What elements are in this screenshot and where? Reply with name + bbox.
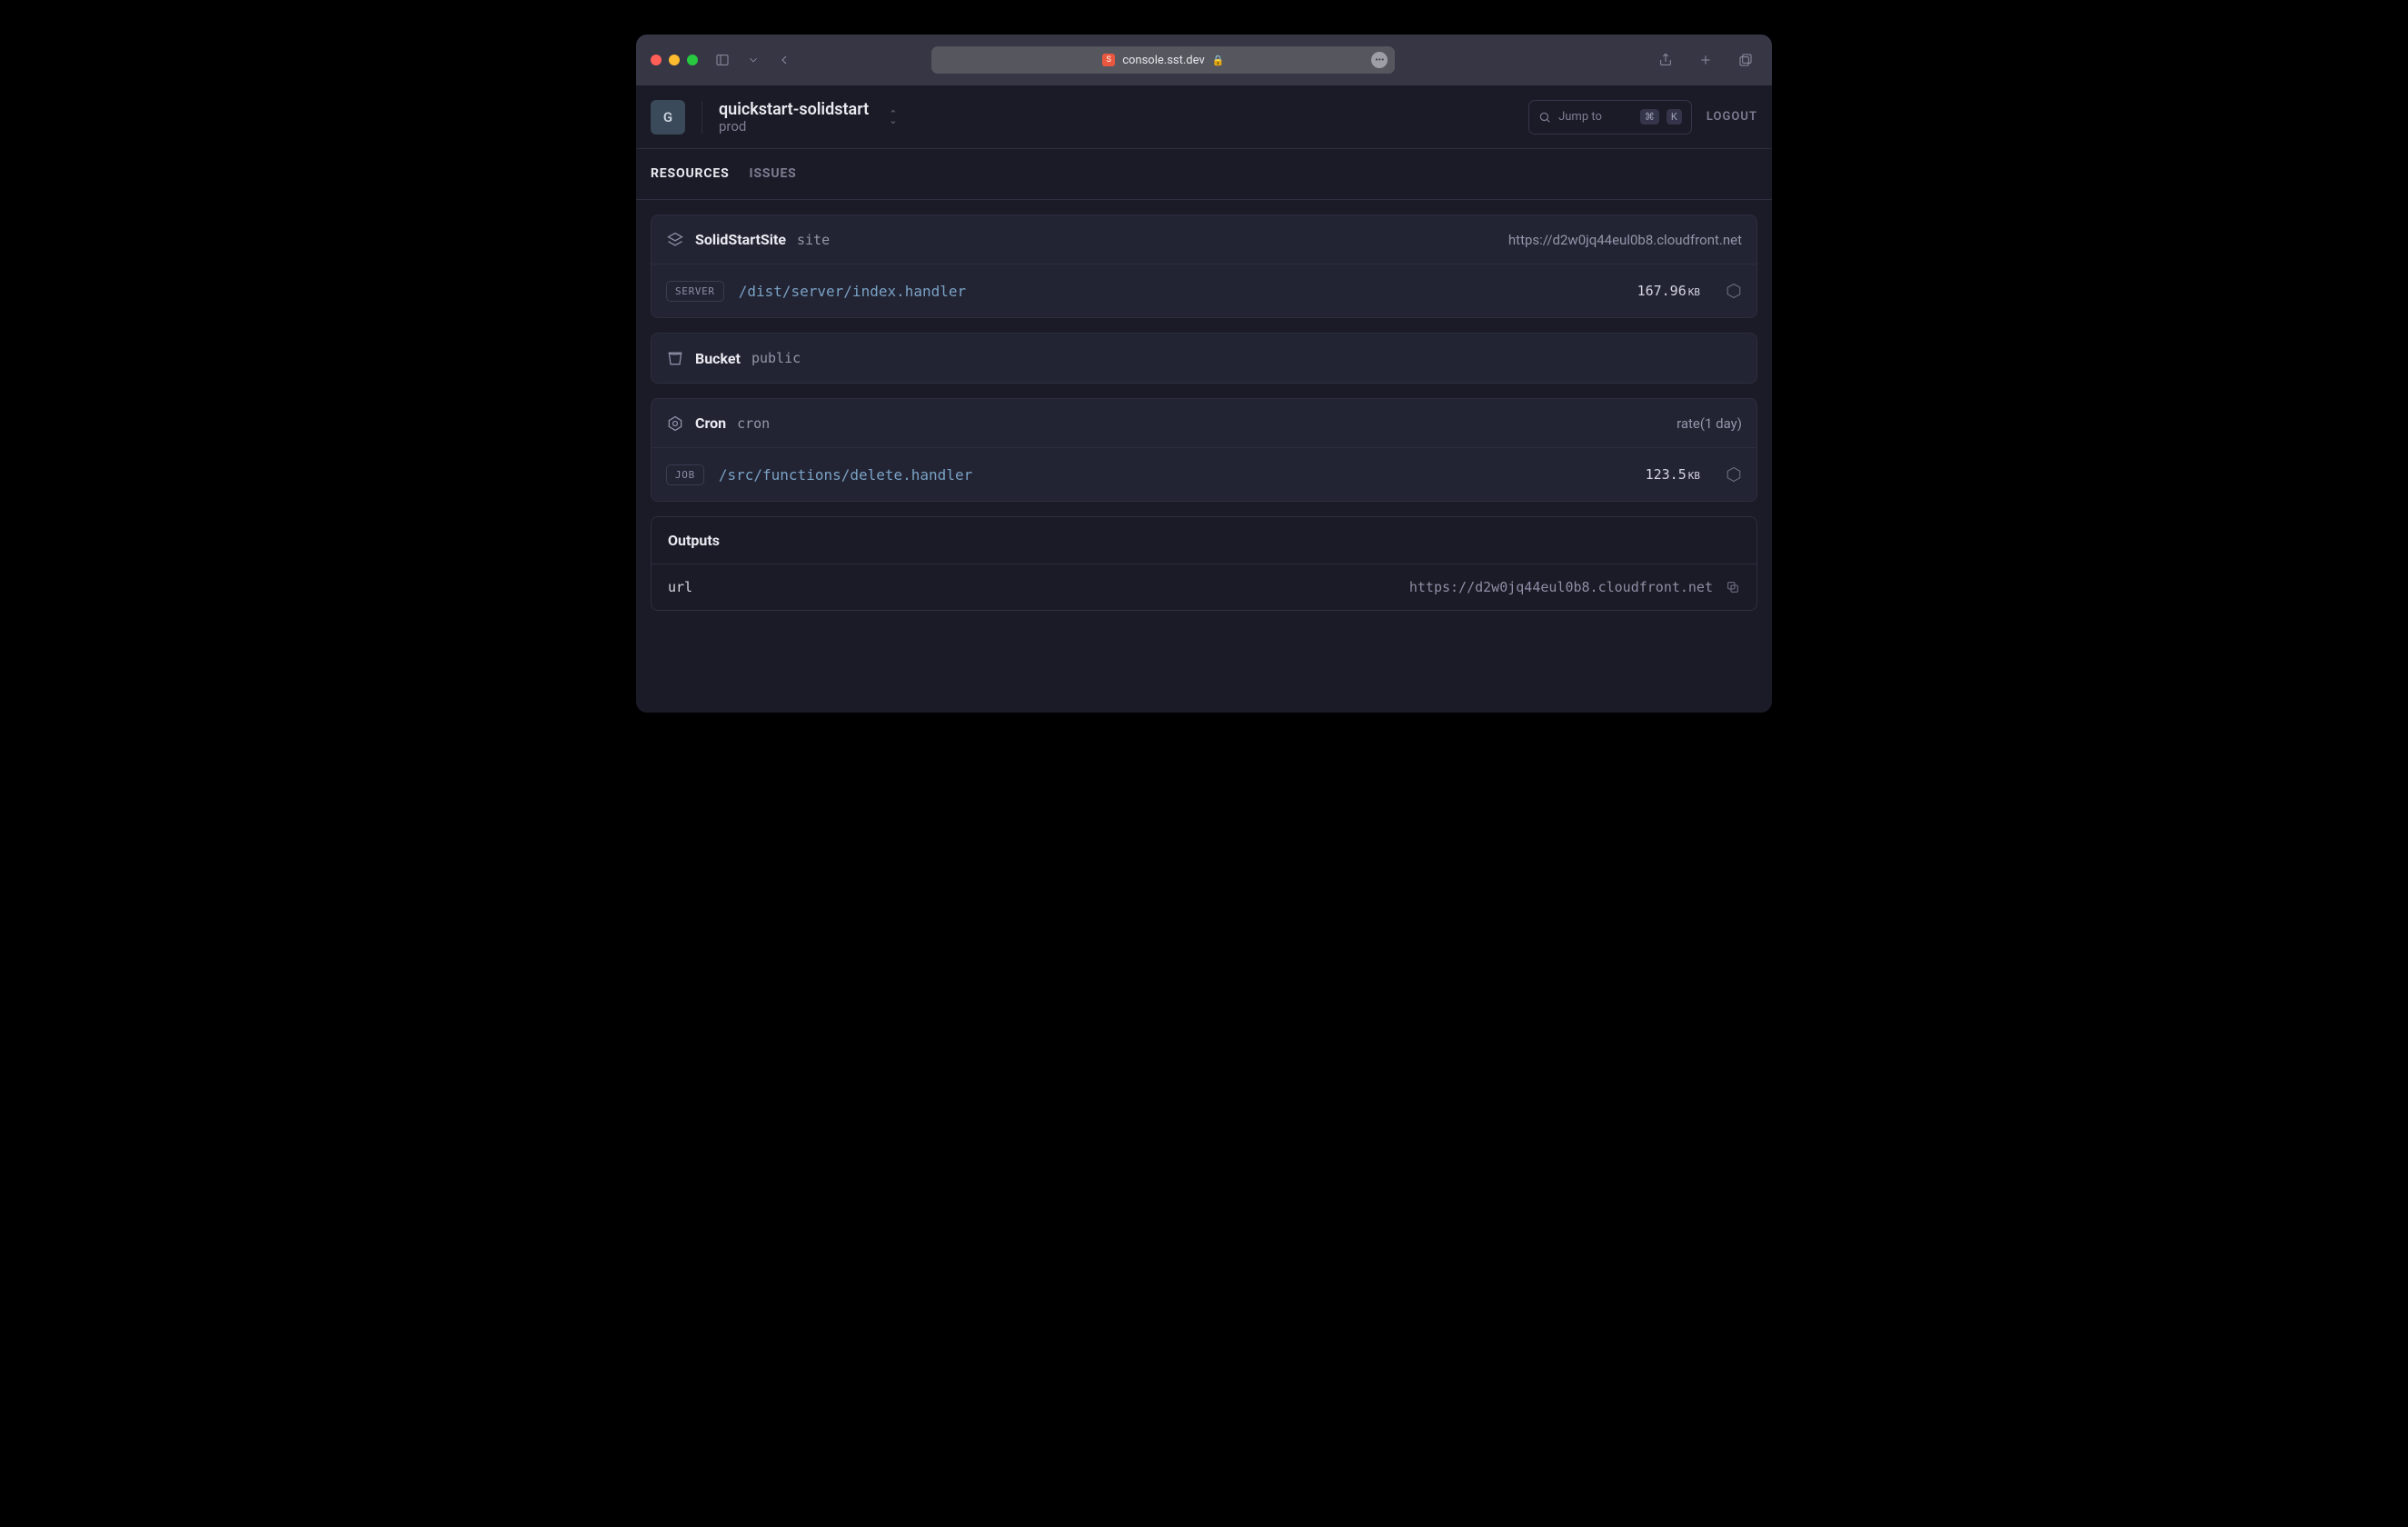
tab-overview-button[interactable] [1734, 48, 1757, 72]
traffic-lights [651, 55, 698, 65]
outputs-title: Outputs [652, 517, 1756, 564]
outputs-card: Outputs url https://d2w0jq44eul0b8.cloud… [651, 516, 1757, 611]
resource-card: Cron cron rate(1 day) JOB /src/functions… [651, 398, 1757, 502]
handler-path: /dist/server/index.handler [739, 283, 966, 300]
tab-issues[interactable]: ISSUES [750, 149, 797, 199]
resource-header[interactable]: Bucket public [652, 334, 1756, 383]
tab-resources[interactable]: RESOURCES [651, 149, 730, 199]
jump-to-label: Jump to [1558, 110, 1602, 124]
new-tab-button[interactable] [1694, 48, 1717, 72]
app-header: G quickstart-solidstart prod ⌃⌄ Jump to … [636, 85, 1772, 149]
minimize-window-button[interactable] [669, 55, 680, 65]
kbd-cmd: ⌘ [1640, 109, 1659, 125]
browser-window: S console.sst.dev 🔒 ••• G quickstart-sol… [636, 35, 1772, 713]
selector-chevron-icon[interactable]: ⌃⌄ [889, 111, 897, 124]
bucket-icon [666, 349, 684, 367]
resource-header[interactable]: SolidStartSite site https://d2w0jq44eul0… [652, 215, 1756, 264]
maximize-window-button[interactable] [687, 55, 698, 65]
extension-icon[interactable]: ••• [1371, 52, 1388, 68]
stage-name: prod [719, 118, 869, 135]
site-favicon-icon: S [1102, 54, 1115, 66]
chevron-down-icon[interactable] [747, 48, 760, 72]
tab-bar: RESOURCES ISSUES [636, 149, 1772, 200]
handler-path: /src/functions/delete.handler [719, 466, 972, 484]
resource-name: cron [737, 415, 770, 432]
nodejs-icon [1726, 283, 1742, 299]
address-bar[interactable]: S console.sst.dev 🔒 ••• [931, 46, 1395, 74]
bundle-size: 123.5KB [1646, 466, 1700, 483]
browser-chrome: S console.sst.dev 🔒 ••• [636, 35, 1772, 85]
close-window-button[interactable] [651, 55, 662, 65]
bundle-size: 167.96KB [1637, 283, 1700, 299]
logout-button[interactable]: LOGOUT [1706, 110, 1757, 124]
resource-name: site [797, 232, 830, 248]
kbd-k: K [1667, 109, 1682, 125]
output-key: url [668, 579, 692, 595]
content-area: SolidStartSite site https://d2w0jq44eul0… [636, 200, 1772, 713]
share-button[interactable] [1654, 48, 1677, 72]
cron-icon [666, 414, 684, 433]
resource-card: SolidStartSite site https://d2w0jq44eul0… [651, 215, 1757, 318]
cron-rate: rate(1 day) [1677, 415, 1742, 432]
url-text: console.sst.dev [1122, 54, 1205, 67]
resource-name: public [751, 350, 801, 366]
resource-row[interactable]: SERVER /dist/server/index.handler 167.96… [652, 264, 1756, 317]
project-name: quickstart-solidstart [719, 100, 869, 119]
avatar[interactable]: G [651, 100, 685, 135]
copy-button[interactable] [1726, 580, 1740, 594]
resource-type: Bucket [695, 350, 741, 367]
resource-url[interactable]: https://d2w0jq44eul0b8.cloudfront.net [1508, 232, 1742, 248]
back-button[interactable] [772, 48, 796, 72]
nodejs-icon [1726, 466, 1742, 483]
resource-card: Bucket public [651, 333, 1757, 384]
row-tag: JOB [666, 464, 704, 485]
row-tag: SERVER [666, 281, 724, 302]
resource-type: SolidStartSite [695, 231, 786, 248]
resource-type: Cron [695, 414, 726, 432]
chrome-right-controls [1654, 48, 1757, 72]
output-value[interactable]: https://d2w0jq44eul0b8.cloudfront.net [1409, 579, 1713, 595]
output-row: url https://d2w0jq44eul0b8.cloudfront.ne… [652, 564, 1756, 610]
sidebar-toggle-button[interactable] [711, 48, 734, 72]
search-icon [1538, 111, 1551, 124]
solidstart-icon [666, 231, 684, 249]
resource-row[interactable]: JOB /src/functions/delete.handler 123.5K… [652, 448, 1756, 501]
resource-header[interactable]: Cron cron rate(1 day) [652, 399, 1756, 448]
jump-to-button[interactable]: Jump to ⌘ K [1528, 100, 1692, 135]
lock-icon: 🔒 [1212, 55, 1225, 66]
project-selector[interactable]: quickstart-solidstart prod [719, 100, 869, 135]
